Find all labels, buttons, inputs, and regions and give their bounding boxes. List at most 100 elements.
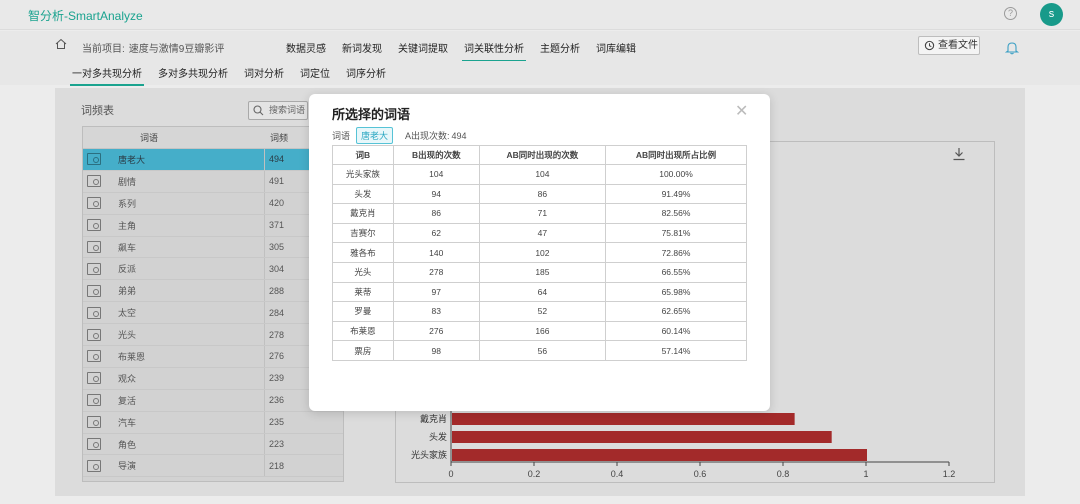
table-cell: 60.14%	[605, 320, 747, 342]
word-cell: 弟弟	[118, 286, 137, 297]
help-icon[interactable]: ?	[1004, 7, 1017, 20]
column-header: B出现的次数	[392, 145, 480, 165]
download-icon[interactable]	[952, 147, 966, 161]
table-row: 布莱恩 276 166 60.14%	[332, 320, 747, 342]
word-search-icon[interactable]	[87, 416, 101, 429]
table-row[interactable]: 飙车 305	[83, 236, 343, 259]
bell-icon[interactable]	[1005, 40, 1019, 55]
sub-tab[interactable]: 词序分析	[346, 65, 386, 86]
table-row[interactable]: 汽车 235	[83, 411, 343, 434]
table-row: 雅各布 140 102 72.86%	[332, 242, 747, 263]
table-row[interactable]: 观众 239	[83, 367, 343, 390]
main-nav: 当前项目: 速度与激情9豆瓣影评 数据灵感 新词发现 关键词提取 词关联性分析 主题分析词…	[0, 31, 1080, 62]
table-row[interactable]: 反派 304	[83, 258, 343, 281]
project-name: 速度与激情9豆瓣影评	[128, 44, 225, 55]
table-cell: 94	[392, 183, 480, 205]
table-row[interactable]: 角色 223	[83, 433, 343, 456]
table-cell: 62	[392, 222, 480, 244]
table-row[interactable]: 主角 371	[83, 214, 343, 237]
header-word: 词语	[140, 133, 159, 143]
word-cell: 飙车	[118, 242, 137, 253]
table-row[interactable]: 复活 236	[83, 389, 343, 412]
word-label: 词语	[332, 131, 351, 141]
freq-cell: 491	[269, 176, 285, 187]
home-icon[interactable]	[55, 38, 67, 50]
table-row: 莱蒂 97 64 65.98%	[332, 281, 747, 303]
table-row: 戴克肖 86 71 82.56%	[332, 203, 747, 224]
table-cell: 戴克肖	[332, 203, 394, 224]
table-cell: 66.55%	[605, 261, 747, 283]
nav-tab[interactable]: 新词发现	[342, 40, 382, 62]
table-row: 罗曼 83 52 62.65%	[332, 301, 747, 322]
selected-word-dialog: 所选择的词语 ✕ 词语 唐老大 A出现次数: 494 词B B出现的次数 AB同时出…	[309, 94, 770, 411]
freq-cell: 420	[269, 198, 285, 209]
nav-tab[interactable]: 词库编辑	[596, 40, 636, 62]
sub-tab[interactable]: 一对多共现分析	[70, 65, 144, 86]
word-search-icon[interactable]	[87, 438, 101, 451]
table-cell: 52	[478, 301, 607, 322]
table-cell: 102	[478, 242, 607, 263]
word-cell: 反派	[118, 264, 137, 275]
refresh-icon	[924, 40, 935, 51]
table-cell: 64	[478, 281, 607, 303]
word-frequency-title: 词频表	[81, 105, 114, 117]
word-search-icon[interactable]	[87, 459, 101, 472]
sub-tab[interactable]: 词定位	[300, 65, 330, 86]
table-cell: 104	[478, 164, 607, 185]
table-row[interactable]: 剧情 491	[83, 170, 343, 193]
freq-cell: 284	[269, 307, 285, 318]
table-cell: 56	[478, 340, 607, 361]
dialog-title: 所选择的词语	[332, 107, 411, 122]
view-file-button[interactable]: 查看文件	[918, 36, 980, 55]
word-search-icon[interactable]	[87, 394, 101, 407]
nav-tab[interactable]: 数据灵感	[286, 40, 326, 62]
sub-tab[interactable]: 词对分析	[244, 65, 284, 86]
table-row[interactable]: 太空 284	[83, 302, 343, 325]
table-cell: 86	[478, 183, 607, 205]
x-tick-label: 0.6	[694, 469, 707, 479]
word-search-icon[interactable]	[87, 197, 101, 210]
table-cell: 头发	[332, 183, 394, 205]
view-file-label: 查看文件	[938, 40, 978, 51]
table-row[interactable]: 系列 420	[83, 192, 343, 215]
word-cell: 剧情	[118, 176, 137, 187]
close-icon[interactable]: ✕	[735, 101, 748, 121]
table-cell: 82.56%	[605, 203, 747, 224]
table-row[interactable]: 光头 278	[83, 324, 343, 347]
y-category-label: 光头家族	[411, 449, 447, 460]
word-search-icon[interactable]	[87, 219, 101, 232]
table-cell: 140	[392, 242, 480, 263]
nav-tab[interactable]: 词关联性分析	[462, 40, 526, 62]
table-row[interactable]: 布莱恩 276	[83, 346, 343, 368]
word-search-icon[interactable]	[87, 241, 101, 253]
word-search-icon[interactable]	[87, 284, 101, 297]
sub-tab[interactable]: 多对多共现分析	[158, 65, 228, 86]
current-project: 当前项目: 速度与激情9豆瓣影评	[82, 40, 228, 55]
table-row[interactable]: 弟弟 288	[83, 280, 343, 303]
word-search-icon[interactable]	[87, 372, 101, 385]
freq-cell: 239	[269, 373, 285, 384]
table-cell: 185	[478, 261, 607, 283]
column-header: AB同时出现所占比例	[605, 145, 747, 165]
table-cell: 98	[392, 340, 480, 361]
bar[interactable]	[452, 431, 832, 443]
freq-cell: 235	[269, 417, 285, 428]
nav-tab[interactable]: 关键词提取	[398, 40, 448, 62]
table-cell: 86	[392, 203, 480, 224]
nav-tab[interactable]: 主题分析	[540, 40, 580, 62]
avatar[interactable]: s	[1040, 3, 1063, 26]
word-search-icon[interactable]	[87, 328, 101, 341]
bar[interactable]	[452, 413, 795, 425]
word-search-icon[interactable]	[87, 153, 101, 166]
word-cell: 布莱恩	[118, 351, 146, 362]
word-frequency-table: 词语 词频 唐老大 494 剧情 491 系列 420 主角 371 飙车 305 反派 304 弟弟 2…	[82, 126, 344, 482]
word-search-icon[interactable]	[87, 262, 101, 275]
bar[interactable]	[452, 449, 867, 461]
word-search-icon[interactable]	[87, 350, 101, 363]
table-row: 光头家族 104 104 100.00%	[332, 164, 747, 185]
table-row[interactable]: 唐老大 494	[83, 149, 343, 171]
word-search-icon[interactable]	[87, 306, 101, 319]
selected-word-tag: 唐老大	[356, 127, 394, 144]
table-row[interactable]: 导演 218	[83, 455, 343, 478]
word-search-icon[interactable]	[87, 175, 101, 188]
